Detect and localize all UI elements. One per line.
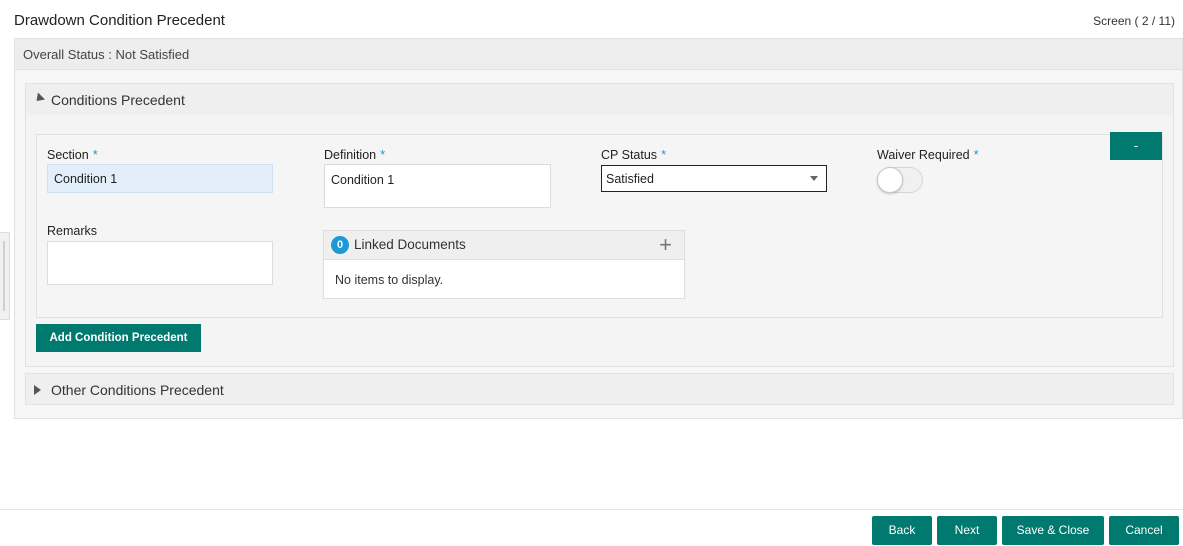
overall-status-bar: Overall Status : Not Satisfied bbox=[15, 39, 1182, 70]
chevron-down-icon bbox=[810, 176, 818, 181]
other-conditions-section: Other Conditions Precedent bbox=[25, 373, 1174, 405]
remarks-textarea[interactable] bbox=[47, 241, 273, 285]
add-condition-precedent-button[interactable]: Add Condition Precedent bbox=[36, 324, 201, 352]
remove-condition-button[interactable]: - bbox=[1110, 132, 1162, 160]
save-close-button[interactable]: Save & Close bbox=[1002, 516, 1104, 545]
toggle-knob bbox=[877, 167, 903, 193]
condition-card: Section * Condition 1 Definition * Conditi… bbox=[36, 134, 1163, 318]
other-conditions-title: Other Conditions Precedent bbox=[51, 382, 224, 398]
conditions-precedent-title: Conditions Precedent bbox=[51, 92, 185, 108]
plus-icon[interactable]: + bbox=[659, 232, 672, 258]
section-input[interactable]: Condition 1 bbox=[47, 164, 273, 193]
footer-bar: Back Next Save & Close Cancel bbox=[0, 509, 1183, 546]
main-panel: Overall Status : Not Satisfied Condition… bbox=[14, 38, 1183, 419]
collapse-triangle-icon[interactable] bbox=[32, 92, 46, 105]
screen-counter: Screen ( 2 / 11) bbox=[1093, 14, 1175, 28]
next-button[interactable]: Next bbox=[937, 516, 997, 545]
linked-documents-header: 0 Linked Documents + bbox=[324, 231, 684, 260]
cp-status-label: CP Status * bbox=[601, 147, 667, 162]
linked-documents-count-badge: 0 bbox=[331, 236, 349, 254]
cp-status-select[interactable]: Satisfied bbox=[601, 165, 827, 192]
section-label: Section * bbox=[47, 147, 98, 162]
expand-triangle-icon[interactable] bbox=[34, 385, 41, 395]
required-asterisk: * bbox=[661, 147, 667, 162]
linked-documents-panel: 0 Linked Documents + No items to display… bbox=[323, 230, 685, 299]
cancel-button[interactable]: Cancel bbox=[1109, 516, 1179, 545]
side-panel-handle[interactable] bbox=[0, 232, 10, 320]
required-asterisk: * bbox=[92, 147, 98, 162]
linked-documents-title: Linked Documents bbox=[354, 237, 466, 252]
overall-status: Overall Status : Not Satisfied bbox=[23, 47, 190, 62]
remarks-label: Remarks bbox=[47, 224, 98, 238]
conditions-precedent-section: Conditions Precedent Section * Condition … bbox=[25, 83, 1174, 367]
definition-textarea[interactable]: Condition 1 bbox=[324, 164, 551, 208]
waiver-required-label: Waiver Required * bbox=[877, 147, 979, 162]
back-button[interactable]: Back bbox=[872, 516, 932, 545]
required-asterisk: * bbox=[380, 147, 386, 162]
conditions-precedent-header[interactable]: Conditions Precedent bbox=[26, 84, 1173, 115]
required-asterisk: * bbox=[973, 147, 979, 162]
other-conditions-header[interactable]: Other Conditions Precedent bbox=[26, 374, 1173, 404]
page-title: Drawdown Condition Precedent bbox=[14, 12, 225, 29]
definition-label: Definition * bbox=[324, 147, 386, 162]
waiver-required-toggle[interactable] bbox=[877, 167, 923, 193]
cp-status-value: Satisfied bbox=[606, 172, 654, 186]
linked-documents-empty-text: No items to display. bbox=[335, 273, 444, 287]
